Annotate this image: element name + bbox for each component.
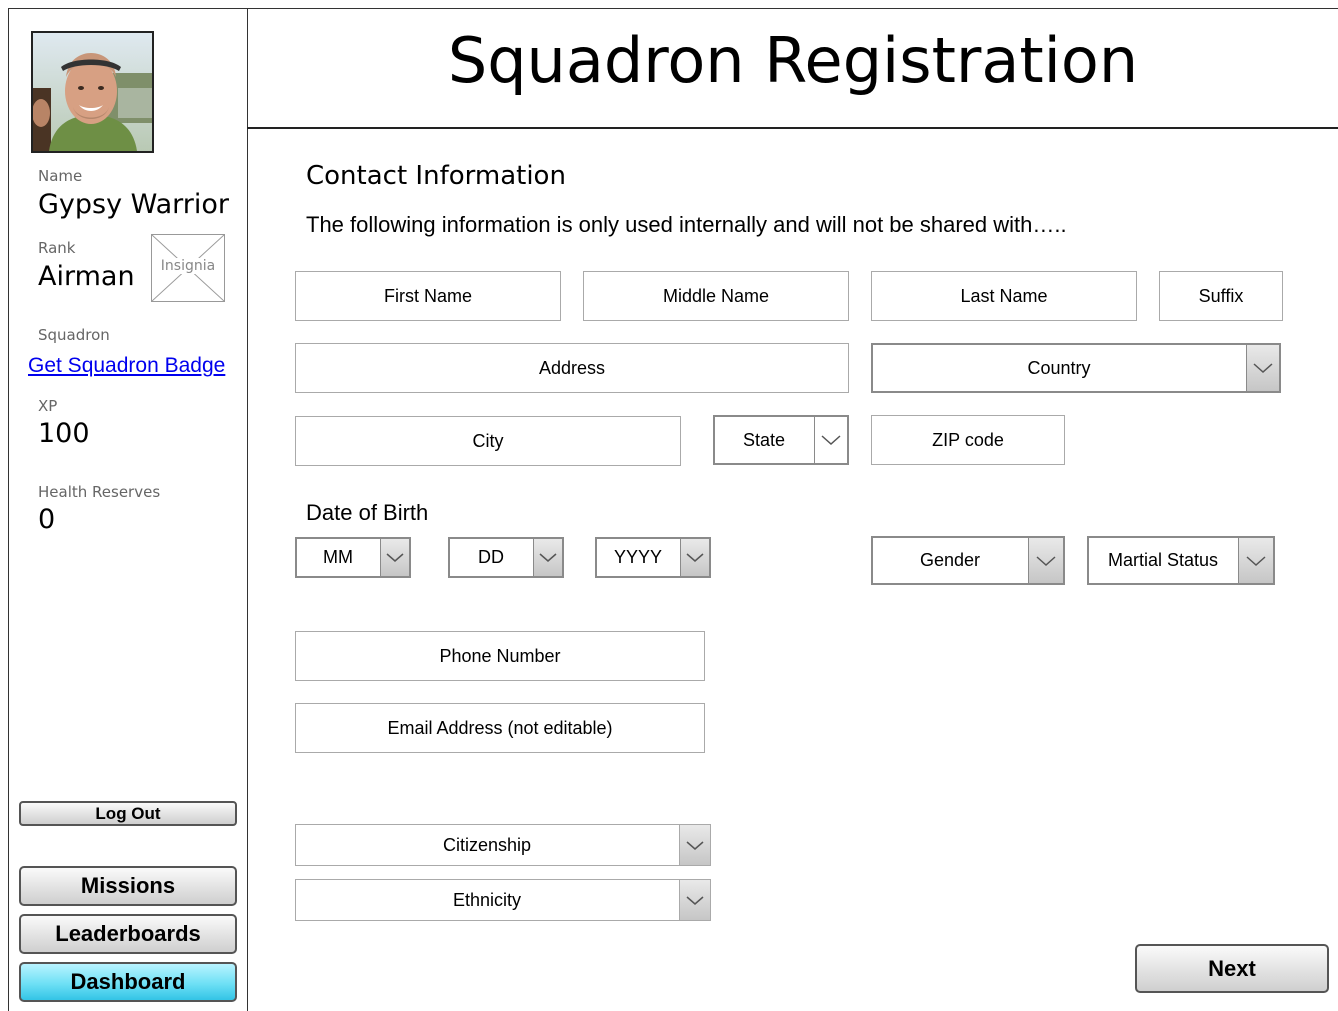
date-of-birth-label: Date of Birth — [306, 500, 429, 525]
dashboard-button[interactable]: Dashboard — [19, 962, 237, 1002]
get-squadron-badge-link[interactable]: Get Squadron Badge — [28, 354, 225, 378]
rank-label: Rank — [38, 239, 76, 257]
citizenship-select[interactable]: Citizenship — [295, 824, 711, 866]
country-select[interactable]: Country — [871, 343, 1281, 393]
suffix-field[interactable]: Suffix — [1159, 271, 1283, 321]
chevron-down-icon[interactable] — [1028, 538, 1063, 583]
zip-code-field[interactable]: ZIP code — [871, 415, 1065, 465]
gender-select[interactable]: Gender — [871, 536, 1065, 585]
last-name-field[interactable]: Last Name — [871, 271, 1137, 321]
email-address-field: Email Address (not editable) — [295, 703, 705, 753]
chevron-down-icon[interactable] — [1238, 538, 1273, 583]
city-field[interactable]: City — [295, 416, 681, 466]
health-reserves-label: Health Reserves — [38, 483, 161, 501]
intro-text: The following information is only used i… — [306, 212, 1067, 237]
dob-year-value: YYYY — [613, 547, 663, 567]
state-select-value: State — [742, 429, 786, 450]
squadron-label: Squadron — [38, 326, 110, 344]
citizenship-value: Citizenship — [442, 834, 532, 855]
address-field[interactable]: Address — [295, 343, 849, 393]
gender-select-value: Gender — [919, 550, 981, 570]
section-title: Contact Information — [306, 161, 566, 191]
xp-label: XP — [38, 397, 58, 415]
health-reserves-value: 0 — [38, 504, 56, 535]
chevron-down-icon[interactable] — [533, 539, 562, 576]
insignia-image: Insignia — [151, 234, 225, 302]
marital-status-select[interactable]: Martial Status — [1087, 536, 1275, 585]
name-label: Name — [38, 167, 83, 185]
frame-top-border — [8, 8, 1338, 9]
logout-button[interactable]: Log Out — [19, 801, 237, 826]
ethnicity-select[interactable]: Ethnicity — [295, 879, 711, 921]
page-title: Squadron Registration — [447, 24, 1139, 97]
player-rank: Airman — [38, 261, 135, 292]
country-select-value: Country — [1027, 357, 1091, 378]
phone-number-field[interactable]: Phone Number — [295, 631, 705, 681]
chevron-down-icon[interactable] — [380, 539, 409, 576]
chevron-down-icon[interactable] — [1246, 345, 1279, 391]
player-name: Gypsy Warrior — [38, 189, 230, 220]
dob-year-select[interactable]: YYYY — [595, 537, 711, 578]
state-select[interactable]: State — [713, 415, 849, 465]
chevron-down-icon[interactable] — [679, 825, 710, 865]
first-name-field[interactable]: First Name — [295, 271, 561, 321]
chevron-down-icon[interactable] — [679, 880, 710, 920]
dob-month-value: MM — [323, 547, 353, 567]
avatar-photo — [33, 33, 152, 151]
insignia-placeholder-text: Insignia — [152, 258, 224, 274]
frame-left-border — [8, 8, 9, 1011]
next-button[interactable]: Next — [1135, 944, 1329, 993]
chevron-down-icon[interactable] — [680, 539, 709, 576]
chevron-down-icon[interactable] — [814, 417, 847, 463]
ethnicity-value: Ethnicity — [452, 889, 522, 910]
avatar — [31, 31, 154, 153]
sidebar-divider — [247, 8, 248, 1011]
middle-name-field[interactable]: Middle Name — [583, 271, 849, 321]
dob-day-select[interactable]: DD — [448, 537, 564, 578]
leaderboards-button[interactable]: Leaderboards — [19, 914, 237, 954]
missions-button[interactable]: Missions — [19, 866, 237, 906]
dob-day-value: DD — [478, 547, 504, 567]
header-divider — [247, 127, 1338, 129]
dob-month-select[interactable]: MM — [295, 537, 411, 578]
xp-value: 100 — [38, 418, 90, 449]
marital-status-value: Martial Status — [1107, 550, 1219, 570]
